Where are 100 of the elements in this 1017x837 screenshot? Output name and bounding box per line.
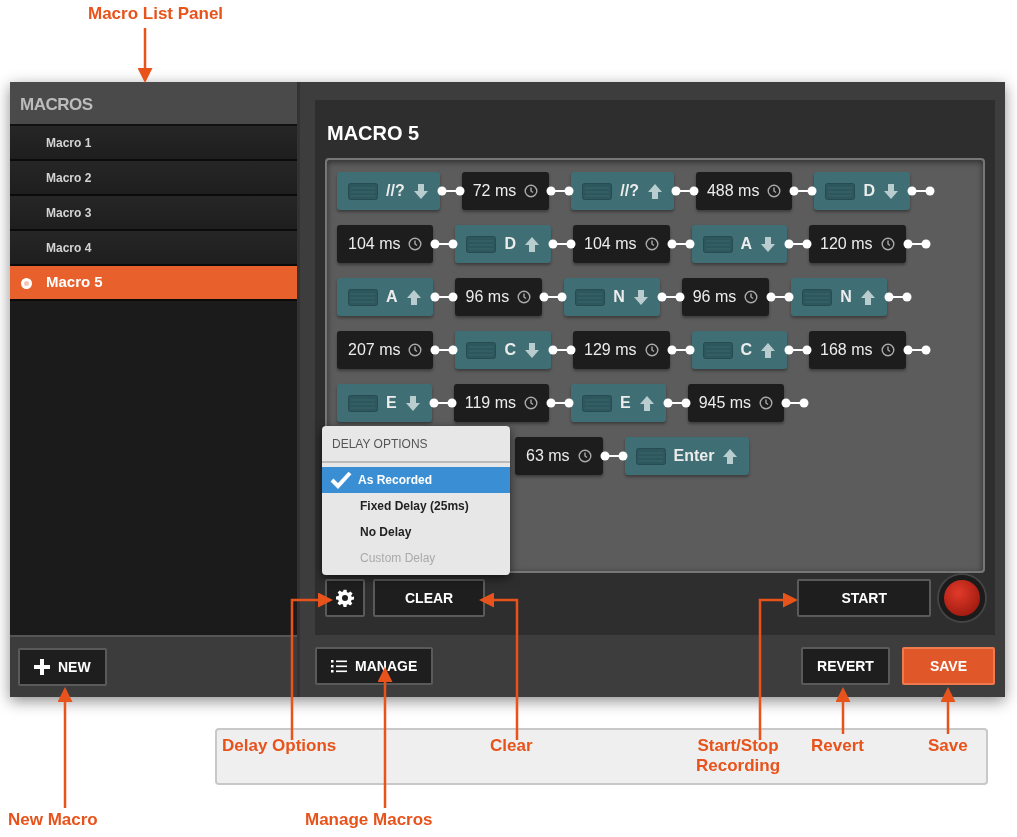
key-step-chip[interactable]: N [791,278,887,316]
delay-step-chip[interactable]: 207 ms [337,331,434,369]
delay-step-chip[interactable]: 945 ms [687,384,785,422]
clock-icon [408,343,423,357]
macro-list-item[interactable]: Macro 2 [10,161,297,196]
delay-step-chip[interactable]: 120 ms [809,225,906,263]
keyboard-icon [466,235,497,253]
selected-dot-icon [21,278,32,289]
key-step-chip[interactable]: D [455,225,552,263]
start-button[interactable]: START [797,579,931,617]
delay-step-chip[interactable]: 119 ms [453,384,549,422]
keyboard-icon [575,288,606,306]
keyboard-icon [635,447,666,465]
key-step-chip[interactable]: A [337,278,433,316]
delay-options-button[interactable] [325,579,365,617]
connector-icon [662,397,691,409]
delay-label: 104 ms [584,234,637,254]
key-step-chip[interactable]: C [455,331,552,369]
key-step-chip[interactable]: //? [337,172,440,210]
connector-icon [548,238,577,250]
connector-icon [656,291,685,303]
macro-list-item[interactable]: Macro 1 [10,126,297,161]
keyboard-icon [825,182,856,200]
callout-arrow [940,687,956,734]
clock-icon [880,343,895,357]
keyboard-icon [802,288,833,306]
key-step-chip[interactable]: D [814,172,910,210]
connector-icon [781,397,810,409]
key-step-chip[interactable]: Enter [624,437,750,475]
key-step-chip[interactable]: N [564,278,660,316]
menu-item[interactable]: No Delay [322,519,510,545]
clock-icon [880,237,895,251]
connector-icon [546,185,575,197]
callout-label: Save [928,736,968,757]
callout-label: Manage Macros [305,810,433,831]
new-macro-button[interactable]: NEW [18,648,107,686]
macro-title: MACRO 5 [326,121,421,146]
callout-label: Revert [811,736,864,757]
key-label: Enter [673,446,715,466]
clock-icon [744,290,759,304]
delay-step-chip[interactable]: 96 ms [681,278,770,316]
delay-label: 96 ms [465,287,510,307]
list-icon [331,659,347,673]
key-label: A [386,287,398,307]
clock-icon [767,184,782,198]
key-label: E [619,393,631,413]
connector-icon [789,185,818,197]
key-step-chip[interactable]: E [337,384,432,422]
delay-step-chip[interactable]: 129 ms [573,331,670,369]
manage-button[interactable]: MANAGE [315,647,434,685]
clock-icon [524,184,539,198]
clock-icon [517,290,532,304]
connector-icon [539,291,568,303]
delay-label: 488 ms [706,181,760,201]
checkmark-icon [330,471,352,489]
key-step-chip[interactable]: E [570,384,666,422]
delay-step-chip[interactable]: 488 ms [695,172,793,210]
connector-icon [784,344,813,356]
clock-icon [577,449,592,463]
clock-icon [644,343,659,357]
delay-step-chip[interactable]: 96 ms [454,278,543,316]
delay-label: 96 ms [692,287,737,307]
delay-step-chip[interactable]: 63 ms [515,437,603,475]
macro-list-item[interactable]: Macro 3 [10,196,297,231]
connector-icon [548,344,577,356]
key-label: N [840,287,852,307]
connector-icon [906,185,935,197]
callout-label: Clear [490,736,533,757]
delay-step-chip[interactable]: 72 ms [461,172,550,210]
plus-icon [34,659,50,675]
revert-button[interactable]: REVERT [801,647,890,685]
keyboard-icon [466,341,497,359]
key-step-chip[interactable]: C [691,331,788,369]
menu-item[interactable]: Fixed Delay (25ms) [322,493,510,519]
save-button[interactable]: SAVE [901,647,995,685]
key-step-chip[interactable]: A [691,225,788,263]
key-step-chip[interactable]: //? [571,172,674,210]
delay-step-chip[interactable]: 104 ms [337,225,434,263]
keyboard-icon [581,394,612,412]
key-label: A [740,234,753,254]
delay-label: 120 ms [820,234,873,254]
record-button[interactable] [939,575,985,621]
connector-icon [766,291,795,303]
clear-button[interactable]: CLEAR [373,579,486,617]
callout-arrow [835,687,851,734]
delay-step-chip[interactable]: 168 ms [809,331,906,369]
macro-list-item[interactable]: Macro 4 [10,231,297,266]
keyboard-icon [582,182,613,200]
menu-item: Custom Delay [359,550,437,567]
key-label: D [504,234,517,254]
panel-title: MACROS [10,82,297,126]
callout-label: Macro List Panel [88,4,224,25]
keyboard-icon [348,288,378,306]
keyboard-icon [348,394,378,412]
delay-step-chip[interactable]: 104 ms [573,225,670,263]
key-label: N [613,287,625,307]
keyboard-icon [702,235,733,253]
connector-icon [428,397,457,409]
connector-icon [545,397,574,409]
keyboard-icon [702,341,733,359]
